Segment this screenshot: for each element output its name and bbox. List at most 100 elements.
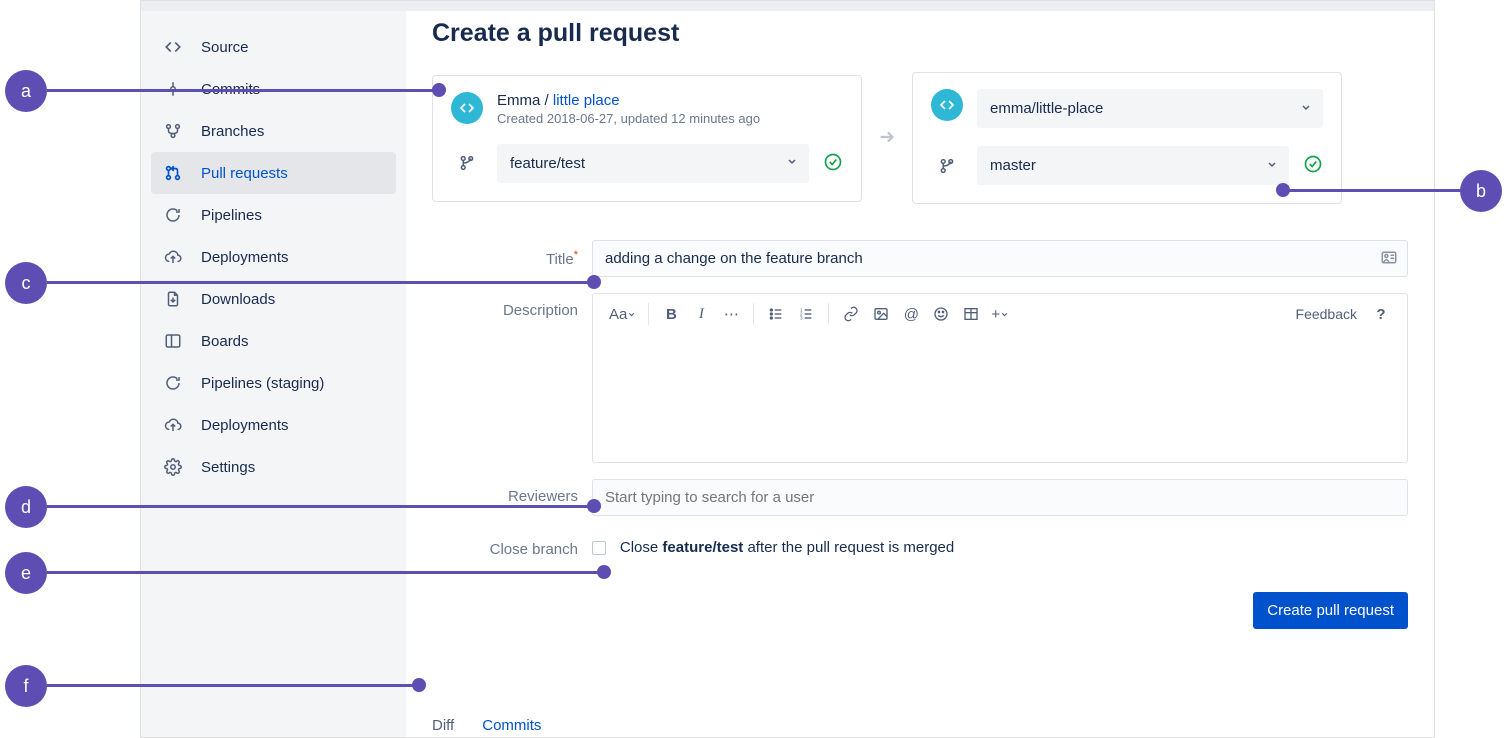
image-button[interactable] [867, 300, 895, 328]
cloud-upload-icon [163, 247, 183, 267]
sidebar-item-pull-requests[interactable]: Pull requests [151, 152, 396, 194]
sidebar-item-boards[interactable]: Boards [151, 320, 396, 362]
sidebar-item-pipelines-staging[interactable]: Pipelines (staging) [151, 362, 396, 404]
arrow-right-icon [876, 126, 898, 151]
sidebar-item-label: Source [201, 39, 249, 56]
branch-selection-row: Emma / little place Created 2018-06-27, … [432, 72, 1408, 204]
reviewers-input[interactable] [592, 479, 1408, 516]
svg-text:3: 3 [800, 315, 803, 320]
insert-more-button[interactable]: + [987, 300, 1013, 328]
annotation-dot [597, 565, 611, 579]
chevron-down-icon [1300, 100, 1312, 117]
annotation-badge-d: d [5, 486, 47, 528]
sidebar-item-label: Deployments [201, 249, 289, 266]
sidebar-item-label: Pipelines [201, 207, 262, 224]
sidebar-item-deployments-2[interactable]: Deployments [151, 404, 396, 446]
annotation-line [47, 684, 417, 687]
chevron-down-icon [786, 155, 798, 172]
annotation-badge-c: c [5, 262, 47, 304]
chevron-down-icon [1266, 157, 1278, 174]
branch-icon [163, 121, 183, 141]
bullet-list-button[interactable] [762, 300, 790, 328]
sidebar-item-label: Downloads [201, 291, 275, 308]
source-branch-select[interactable]: feature/test [497, 144, 809, 183]
sidebar-item-label: Boards [201, 333, 249, 350]
sidebar-item-source[interactable]: Source [151, 26, 396, 68]
italic-button[interactable]: I [687, 300, 715, 328]
annotation-badge-f: f [5, 665, 47, 707]
numbered-list-button[interactable]: 123 [792, 300, 820, 328]
annotation-dot [587, 499, 601, 513]
sidebar: Source Commits Branches Pull requests Pi… [141, 11, 406, 737]
description-editor[interactable]: Aa B I ⋯ 123 @ [592, 293, 1408, 463]
source-branch-card: Emma / little place Created 2018-06-27, … [432, 75, 862, 202]
text-style-button[interactable]: Aa [605, 300, 640, 328]
annotation-badge-b: b [1460, 170, 1502, 212]
top-strip [141, 1, 1434, 11]
sidebar-item-label: Pipelines (staging) [201, 375, 324, 392]
board-icon [163, 331, 183, 351]
pipeline-icon [163, 205, 183, 225]
emoji-button[interactable] [927, 300, 955, 328]
source-repo-meta: Created 2018-06-27, updated 12 minutes a… [497, 111, 760, 126]
create-pull-request-button[interactable]: Create pull request [1253, 592, 1408, 629]
sidebar-item-label: Branches [201, 123, 264, 140]
more-format-button[interactable]: ⋯ [717, 300, 745, 328]
close-branch-text: Close feature/test after the pull reques… [620, 539, 954, 556]
annotation-badge-a: a [5, 70, 47, 112]
title-input[interactable] [592, 240, 1408, 277]
source-repo-link[interactable]: little place [553, 92, 620, 109]
annotation-line [1283, 189, 1463, 192]
reviewers-label: Reviewers [432, 479, 592, 505]
diff-commits-tabs: Diff Commits [432, 709, 1408, 737]
sidebar-item-pipelines[interactable]: Pipelines [151, 194, 396, 236]
close-branch-checkbox[interactable] [592, 541, 606, 555]
sidebar-item-label: Settings [201, 459, 255, 476]
sidebar-item-deployments[interactable]: Deployments [151, 236, 396, 278]
annotation-line [47, 89, 437, 92]
destination-branch-select[interactable]: master [977, 146, 1289, 185]
annotation-dot [587, 275, 601, 289]
annotation-dot [1276, 183, 1290, 197]
pull-request-icon [163, 163, 183, 183]
check-ok-icon [823, 152, 843, 175]
annotation-dot [412, 678, 426, 692]
repo-avatar-icon [931, 89, 963, 121]
table-button[interactable] [957, 300, 985, 328]
sidebar-item-label: Pull requests [201, 165, 288, 182]
annotation-line [47, 281, 592, 284]
page-title: Create a pull request [432, 19, 1408, 48]
sidebar-item-branches[interactable]: Branches [151, 110, 396, 152]
tab-diff[interactable]: Diff [432, 709, 454, 737]
main-content: Create a pull request Emma / little plac… [406, 11, 1434, 737]
close-branch-label: Close branch [432, 532, 592, 558]
sidebar-item-settings[interactable]: Settings [151, 446, 396, 488]
tab-commits[interactable]: Commits [482, 709, 541, 737]
branch-glyph-icon [931, 157, 963, 175]
mention-button[interactable]: @ [897, 300, 925, 328]
annotation-line [47, 571, 602, 574]
repo-avatar-icon [451, 92, 483, 124]
check-ok-icon [1303, 154, 1323, 177]
destination-repo-select[interactable]: emma/little-place [977, 89, 1323, 128]
branch-glyph-icon [451, 154, 483, 172]
editor-textarea[interactable] [593, 334, 1407, 462]
bold-button[interactable]: B [657, 300, 685, 328]
pipeline-icon [163, 373, 183, 393]
link-button[interactable] [837, 300, 865, 328]
gear-icon [163, 457, 183, 477]
description-label: Description [432, 293, 592, 319]
editor-toolbar: Aa B I ⋯ 123 @ [593, 294, 1407, 334]
sidebar-item-label: Deployments [201, 417, 289, 434]
annotation-badge-e: e [5, 552, 47, 594]
source-repo-title: Emma / little place [497, 92, 760, 109]
help-button[interactable]: ? [1367, 300, 1395, 328]
cloud-upload-icon [163, 415, 183, 435]
title-label: Title* [432, 240, 592, 268]
code-icon [163, 37, 183, 57]
sidebar-item-downloads[interactable]: Downloads [151, 278, 396, 320]
download-icon [163, 289, 183, 309]
feedback-link[interactable]: Feedback [1288, 306, 1365, 322]
app-window: Source Commits Branches Pull requests Pi… [140, 0, 1435, 738]
card-icon [1380, 248, 1398, 269]
